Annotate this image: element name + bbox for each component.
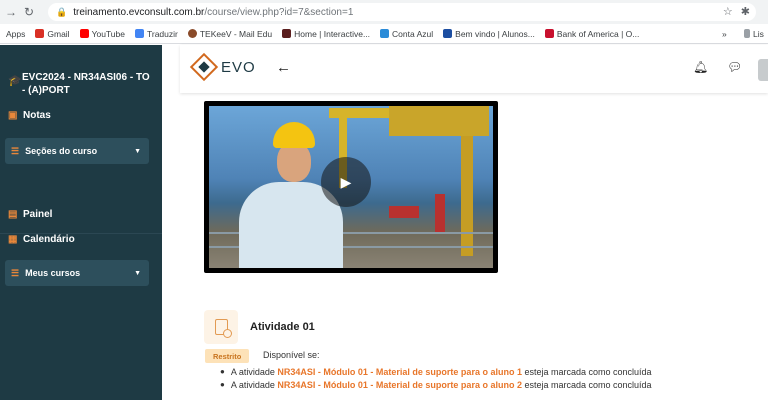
sidebar-item-label: Notas	[23, 110, 51, 121]
bookmark-apps[interactable]: Apps	[6, 29, 25, 39]
bookmark-interactive[interactable]: Home | Interactive...	[282, 29, 370, 39]
alunos-icon	[443, 29, 453, 38]
rig-column	[461, 136, 473, 256]
back-arrow-icon[interactable]: ←	[276, 59, 291, 76]
bookmark-youtube[interactable]: YouTube	[79, 29, 125, 39]
bookmark-bank-of-america[interactable]: Bank of America | O...	[544, 29, 639, 39]
bookmark-alunos[interactable]: Bem vindo | Alunos...	[443, 29, 535, 39]
bookmark-gmail[interactable]: Gmail	[35, 29, 70, 39]
restriction-prefix: A atividade	[230, 379, 275, 390]
rig-red-pipe	[435, 194, 445, 234]
logo-text: EVO	[221, 58, 256, 76]
restriction-link[interactable]: NR34ASI - Módulo 01 - Material de suport…	[277, 367, 522, 377]
meus-cursos-dropdown[interactable]: ☰ Meus cursos ▼	[5, 260, 149, 286]
course-title[interactable]: 🎓 EVC2024 - NR34ASI06 - TO - (A)PORT	[8, 71, 154, 97]
chevron-down-icon: ▼	[134, 147, 141, 155]
lock-icon: 🔒	[56, 6, 68, 17]
restriction-prefix: A atividade	[230, 366, 275, 377]
url-host: treinamento.evconsult.com.br	[73, 6, 205, 18]
graduation-cap-icon: 🎓	[8, 75, 22, 87]
gmail-icon	[35, 29, 45, 38]
rig-red-block	[389, 206, 419, 218]
video-player[interactable]: ▶	[204, 101, 498, 273]
activity-title[interactable]: Atividade 01	[250, 321, 315, 333]
sidebar-item-label: Painel	[23, 209, 53, 220]
course-sidebar: 🎓 EVC2024 - NR34ASI06 - TO - (A)PORT ▣ N…	[0, 45, 162, 400]
dropdown-label: Seções do curso	[25, 146, 98, 156]
sidebar-item-label: Calendário	[23, 234, 75, 245]
conta-azul-icon	[380, 29, 390, 38]
bookmarks-bar: Apps Gmail YouTube Traduzir TEKeeV - Mai…	[0, 24, 768, 44]
back-icon[interactable]: →	[2, 3, 20, 21]
browser-toolbar: → ↻ 🔒 treinamento.evconsult.com.br/cours…	[0, 0, 768, 24]
sidebar-item-notas[interactable]: ▣ Notas	[8, 110, 51, 121]
restriction-suffix: esteja marcada como concluída	[524, 379, 652, 390]
reload-icon[interactable]: ↻	[20, 3, 38, 21]
translate-icon	[134, 29, 144, 38]
activity-icon	[204, 310, 238, 344]
play-icon: ▶	[340, 173, 352, 190]
top-navbar: EVO ← 🔔︎ 💬︎	[180, 45, 768, 93]
document-icon	[214, 319, 232, 338]
reading-list-icon	[744, 29, 750, 38]
book-icon: ▣	[8, 110, 18, 121]
bookmark-conta-azul[interactable]: Conta Azul	[380, 29, 433, 39]
list-item: ● A atividade NR34ASI - Módulo 01 - Mate…	[220, 365, 652, 378]
restriction-suffix: esteja marcada como concluída	[524, 366, 652, 377]
chat-icon[interactable]: 💬︎	[727, 60, 742, 74]
address-bar[interactable]: 🔒 treinamento.evconsult.com.br/course/vi…	[48, 3, 756, 21]
restriction-link[interactable]: NR34ASI - Módulo 01 - Material de suport…	[277, 380, 522, 390]
bookmark-tekeev[interactable]: TEKeeV - Mail Edu	[187, 29, 272, 39]
bullet-icon: ●	[220, 367, 225, 376]
bookmarks-overflow[interactable]: »	[722, 29, 727, 39]
bank-of-america-icon	[544, 29, 554, 38]
avatar[interactable]	[758, 59, 768, 81]
bullet-icon: ●	[220, 380, 225, 389]
restricted-badge: Restrito	[205, 349, 250, 363]
list-icon: ☰	[11, 145, 20, 156]
play-button[interactable]: ▶	[321, 157, 371, 207]
interactive-icon	[282, 29, 292, 38]
extensions-icon[interactable]: ✱	[741, 5, 750, 18]
reading-list[interactable]: Lis	[744, 29, 764, 39]
bell-icon[interactable]: 🔔︎	[693, 60, 708, 74]
url-path: /course/view.php?id=7&section=1	[204, 6, 354, 18]
rig-structure	[389, 106, 489, 136]
dropdown-label: Meus cursos	[25, 268, 81, 278]
bookmark-traduzir[interactable]: Traduzir	[134, 29, 178, 39]
chevron-down-icon: ▼	[134, 269, 141, 277]
availability-label: Disponível se:	[263, 350, 320, 360]
calendar-icon: ▦	[8, 234, 18, 245]
sidebar-item-painel[interactable]: ▤ Painel	[8, 209, 52, 220]
logo-mark-icon	[189, 52, 219, 82]
sidebar-item-calendario[interactable]: ▦ Calendário	[8, 234, 75, 245]
secoes-dropdown[interactable]: ☰ Seções do curso ▼	[5, 138, 149, 164]
courses-icon: ☰	[11, 267, 20, 278]
tekeev-icon	[187, 29, 197, 38]
worker-head	[277, 142, 311, 182]
restriction-list: ● A atividade NR34ASI - Módulo 01 - Mate…	[220, 365, 652, 391]
list-item: ● A atividade NR34ASI - Módulo 01 - Mate…	[220, 378, 652, 391]
evo-logo[interactable]: EVO	[189, 52, 256, 82]
dashboard-icon: ▤	[8, 209, 18, 220]
star-icon[interactable]: ☆	[723, 5, 733, 18]
hard-hat	[273, 122, 315, 148]
youtube-icon	[79, 29, 89, 38]
course-title-text: EVC2024 - NR34ASI06 - TO - (A)PORT	[22, 72, 150, 96]
